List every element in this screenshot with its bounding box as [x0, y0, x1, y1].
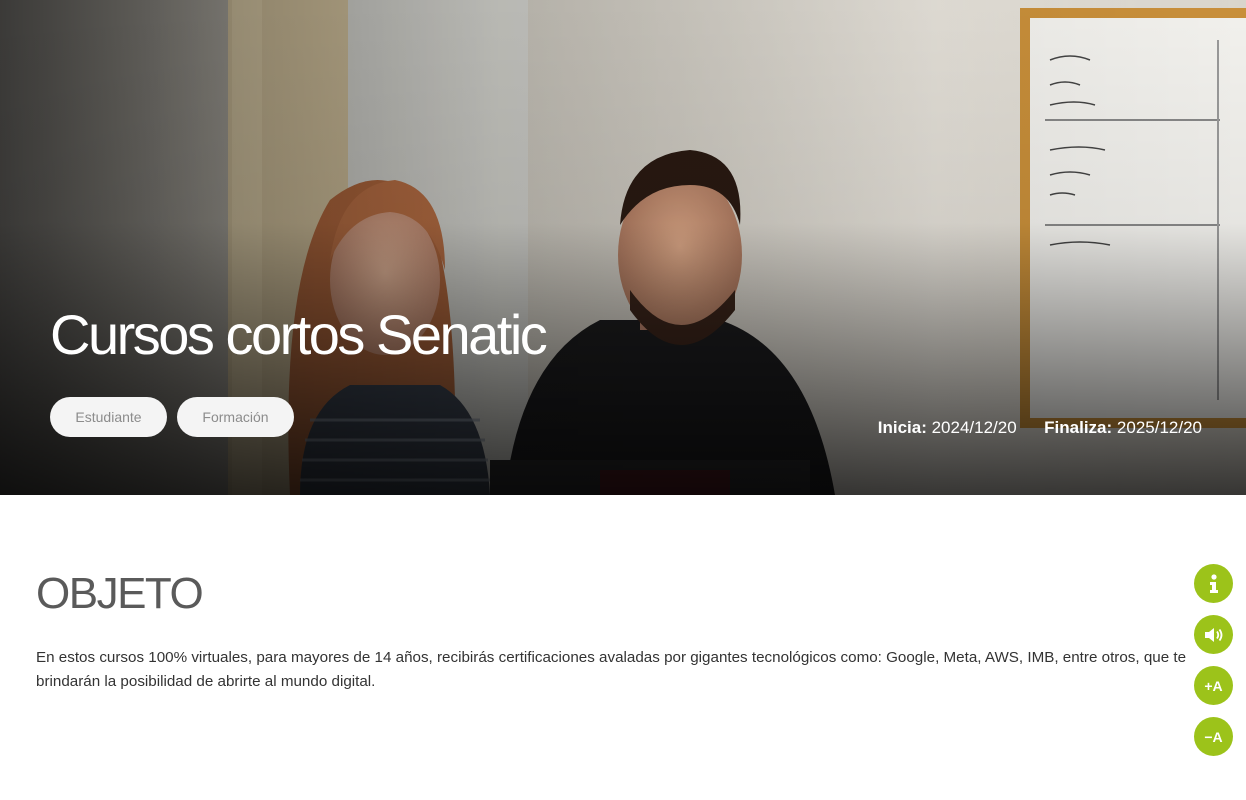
section-description: En estos cursos 100% virtuales, para may…: [36, 649, 1187, 690]
tag-estudiante[interactable]: Estudiante: [50, 397, 167, 437]
decrease-font-button[interactable]: −A: [1194, 717, 1233, 756]
accessibility-info-button[interactable]: [1194, 564, 1233, 603]
increase-font-button[interactable]: +A: [1194, 666, 1233, 705]
info-icon: [1209, 573, 1218, 593]
end-label: Finaliza:: [1044, 418, 1113, 437]
hero-banner: Cursos cortos Senatic Estudiante Formaci…: [0, 0, 1246, 495]
speaker-icon: [1204, 627, 1222, 642]
start-date: 2024/12/20: [931, 418, 1017, 437]
tag-formacion[interactable]: Formación: [177, 397, 294, 437]
accessibility-audio-button[interactable]: [1194, 615, 1233, 654]
page-title: Cursos cortos Senatic: [50, 303, 548, 366]
section-title: OBJETO: [36, 569, 204, 618]
end-date: 2025/12/20: [1116, 418, 1202, 437]
date-range: Inicia: 2024/12/20 Finaliza: 2025/12/20: [878, 418, 1202, 438]
start-label: Inicia:: [877, 418, 927, 437]
